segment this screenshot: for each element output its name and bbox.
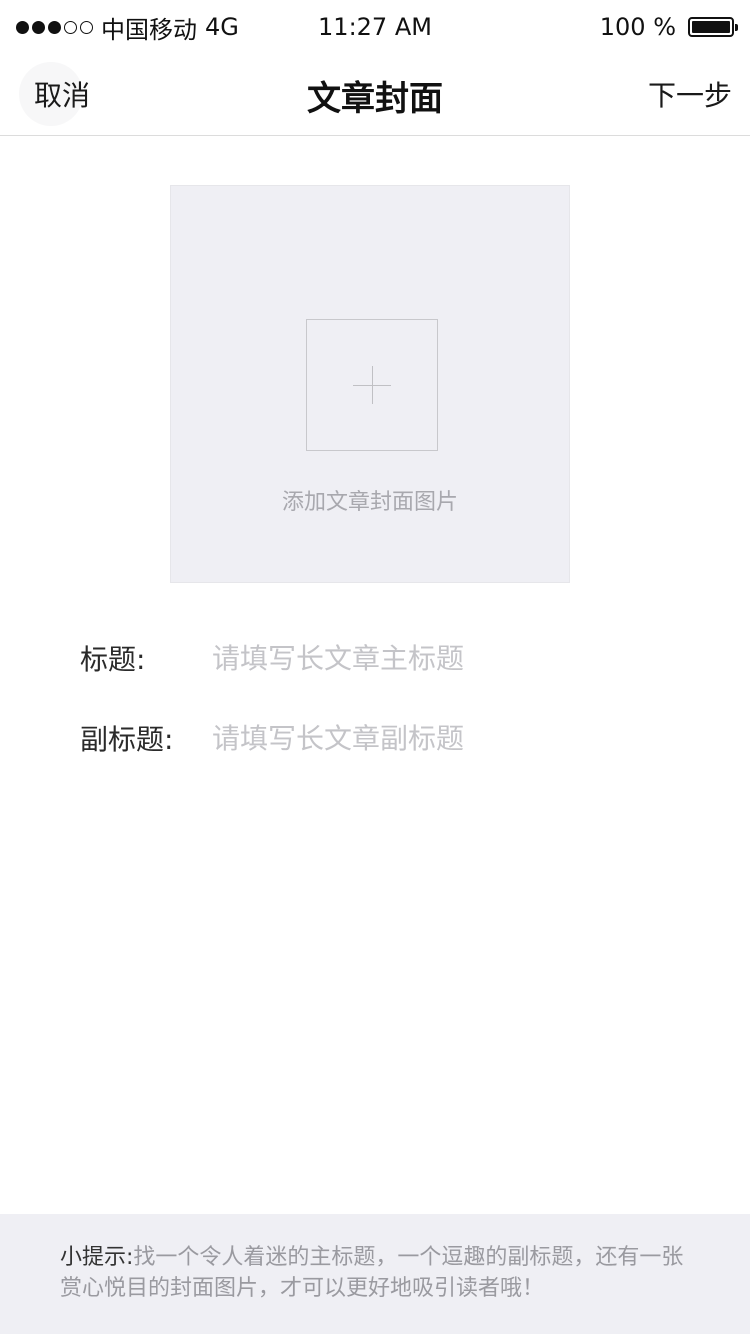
- status-left: 中国移动 4G: [16, 10, 239, 45]
- screen: 中国移动 4G 11:27 AM 100 % 取消 文章封面 下一步 添加文章封…: [0, 0, 750, 1334]
- tip-text: 小提示:找一个令人着迷的主标题，一个逗趣的副标题，还有一张赏心悦目的封面图片，才…: [60, 1242, 690, 1304]
- status-bar: 中国移动 4G 11:27 AM 100 %: [0, 0, 750, 54]
- signal-dot: [64, 20, 77, 34]
- subtitle-input[interactable]: [212, 721, 632, 755]
- status-right: 100 %: [599, 13, 738, 41]
- network-type: 4G: [205, 13, 239, 41]
- page-title: 文章封面: [307, 79, 443, 119]
- tip-bar: 小提示:找一个令人着迷的主标题，一个逗趣的副标题，还有一张赏心悦目的封面图片，才…: [0, 1214, 750, 1334]
- signal-strength-icon: [16, 20, 93, 34]
- add-cover-label: 添加文章封面图片: [281, 490, 458, 515]
- signal-dot: [32, 20, 45, 34]
- add-image-button[interactable]: [306, 319, 438, 451]
- battery-percent: 100 %: [599, 13, 676, 41]
- battery-icon: [688, 17, 738, 37]
- title-row: 标题:: [80, 638, 632, 678]
- cover-image-picker[interactable]: 添加文章封面图片: [170, 185, 570, 583]
- battery-tip: [735, 24, 738, 31]
- signal-dot: [16, 20, 29, 34]
- tip-label: 小提示:: [60, 1245, 134, 1270]
- battery-fill: [692, 21, 730, 33]
- title-input[interactable]: [212, 641, 632, 675]
- tip-content: 找一个令人着迷的主标题，一个逗趣的副标题，还有一张赏心悦目的封面图片，才可以更好…: [60, 1245, 684, 1301]
- plus-icon: [372, 366, 373, 404]
- nav-bar: 取消 文章封面 下一步: [0, 54, 750, 136]
- next-step-button[interactable]: 下一步: [648, 74, 732, 114]
- subtitle-row: 副标题:: [80, 718, 632, 758]
- signal-dot: [48, 20, 61, 34]
- subtitle-label: 副标题:: [80, 723, 174, 756]
- carrier-name: 中国移动: [101, 15, 197, 44]
- title-label: 标题:: [80, 643, 146, 676]
- signal-dot: [80, 20, 93, 34]
